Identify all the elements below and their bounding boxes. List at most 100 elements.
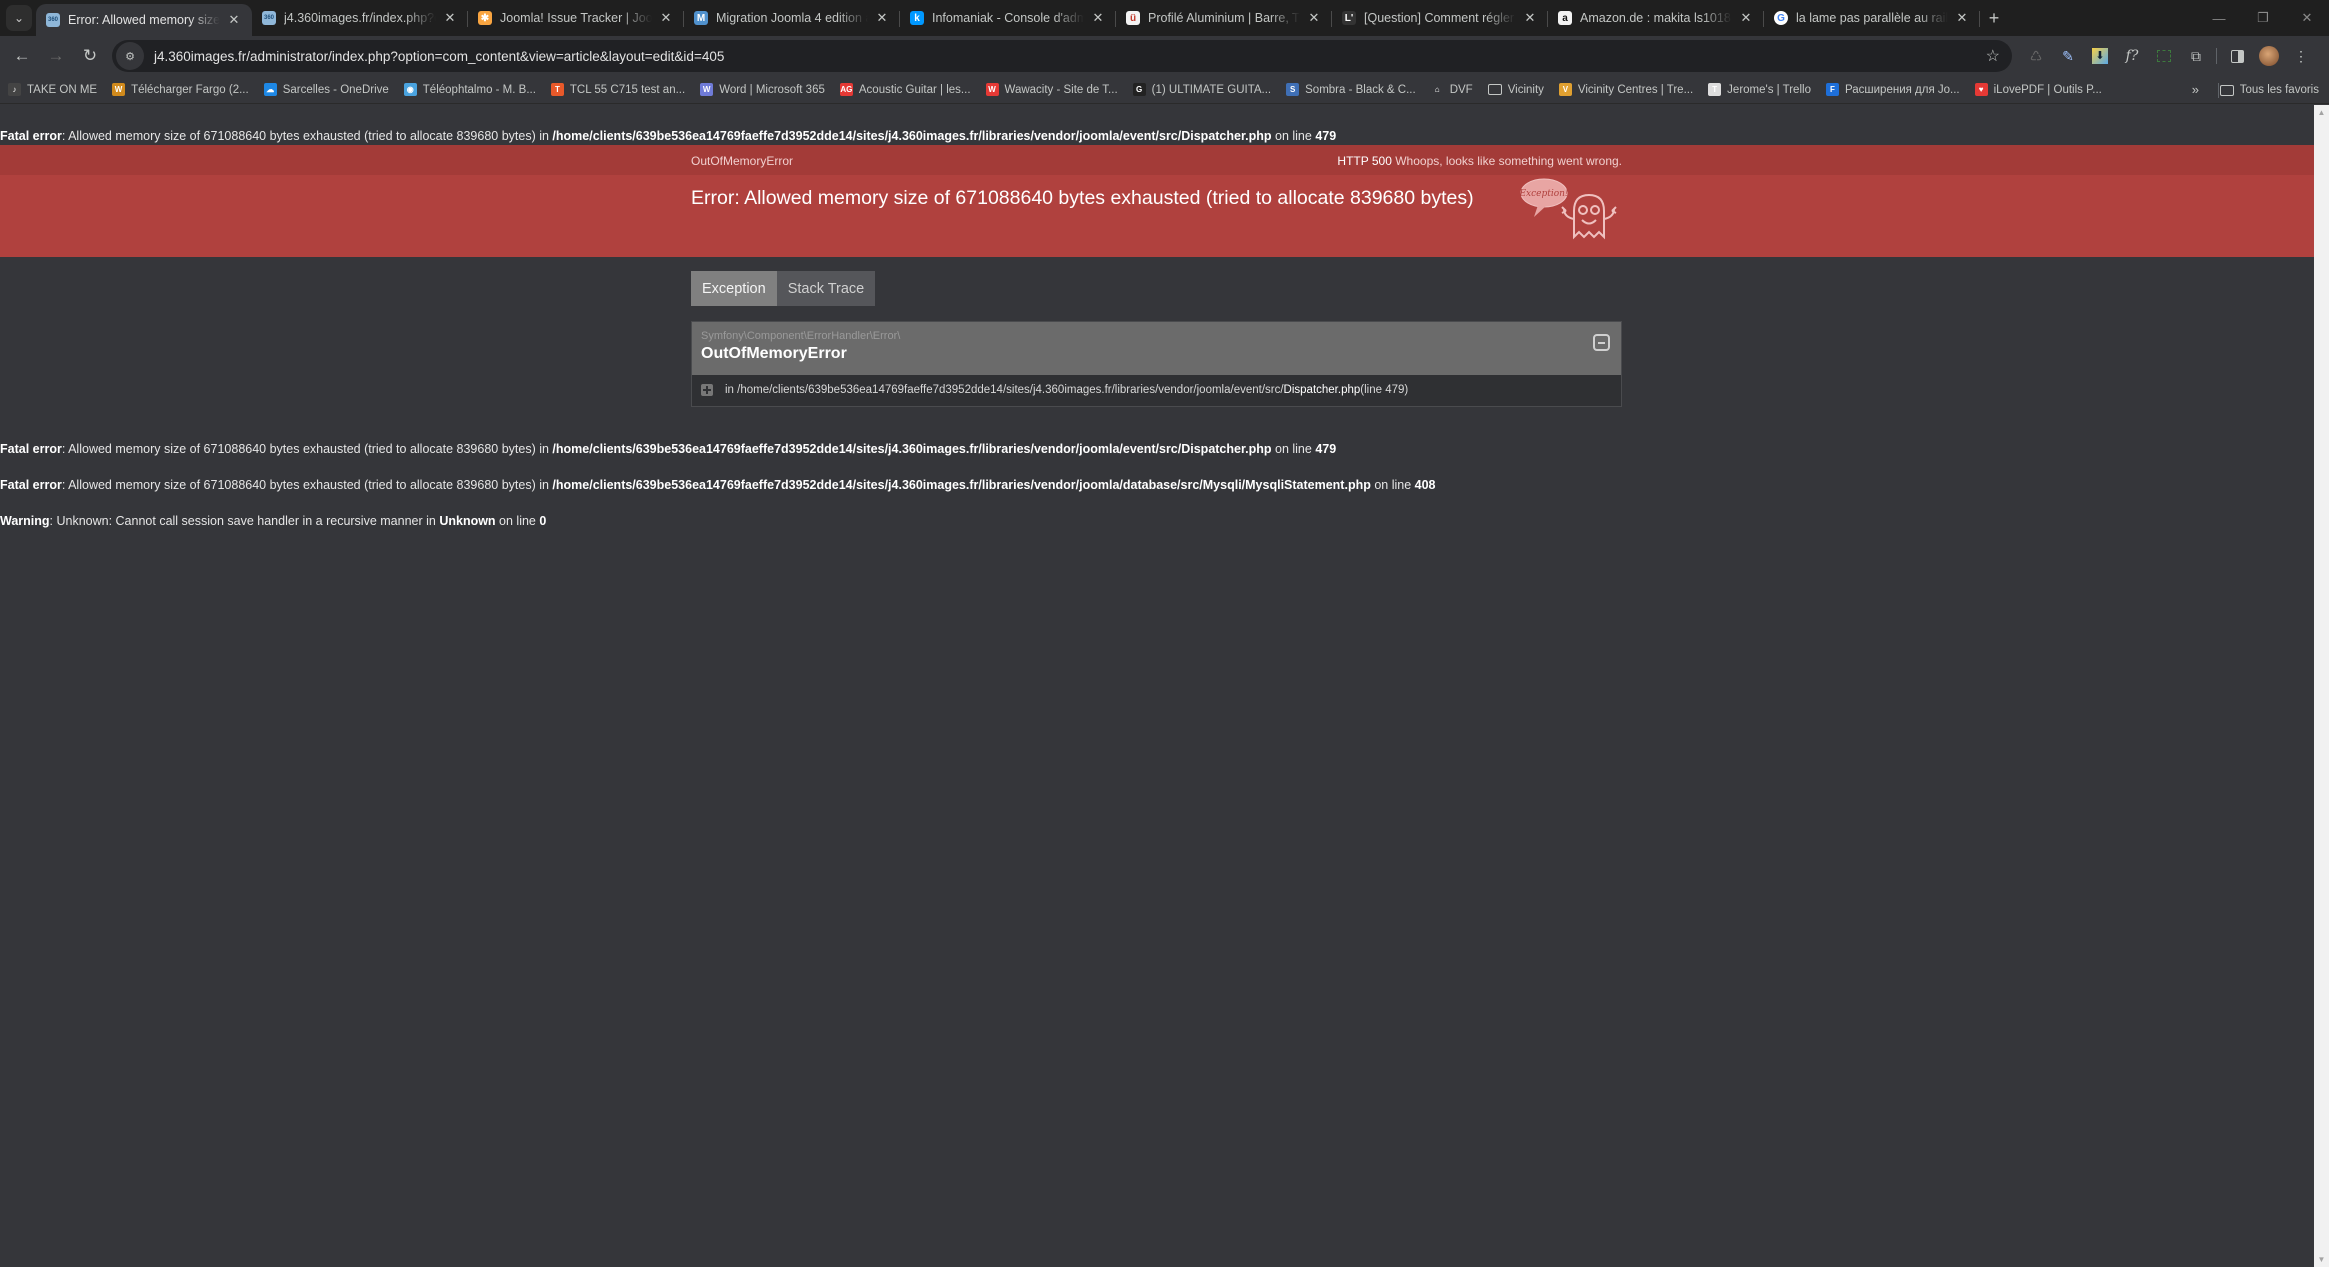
error-label: Fatal error [0,442,62,456]
bookmark-label: Sarcelles - OneDrive [282,83,389,96]
bookmark-item[interactable]: V Vicinity Centres | Tre... [1558,83,1693,96]
bookmarks-bar: ♪ TAKE ON ME W Télécharger Fargo (2... ☁ Sarc… [0,76,2329,104]
chevron-down-icon: ⌄ [13,11,25,25]
bookmark-item[interactable]: T TCL 55 C715 test an... [550,83,686,96]
close-icon[interactable]: ✕ [442,10,458,26]
browser-toolbar: ← → ↻ ⚙ j4.360images.fr/administrator/in… [0,36,2329,76]
forward-button[interactable]: → [40,40,72,72]
bookmark-item[interactable]: W Télécharger Fargo (2... [112,83,249,96]
bookmark-item[interactable]: W Word | Microsoft 365 [700,83,825,96]
php-fatal-error-line: Fatal error: Allowed memory size of 6710… [0,478,1436,492]
bookmark-label: Télécharger Fargo (2... [131,83,249,96]
tab-title: Migration Joomla 4 edition article [716,11,868,25]
new-tab-button[interactable]: + [1980,0,2008,36]
tab-index[interactable]: 360 j4.360images.fr/index.php?option ✕ [252,0,468,36]
close-icon[interactable]: ✕ [1738,10,1754,26]
error-file: /home/clients/639be536ea14769faeffe7d395… [552,478,1371,492]
bookmark-label: Téléophtalmo - M. B... [422,83,536,96]
bookmark-item[interactable]: ♪ TAKE ON ME [8,83,97,96]
bookmark-favicon-icon: F [1825,83,1839,96]
back-button[interactable]: ← [6,40,38,72]
screenshot-extension-icon[interactable] [2148,40,2180,72]
tab-infomaniak[interactable]: k Infomaniak - Console d'administration … [900,0,1116,36]
close-icon[interactable]: ✕ [226,12,242,28]
tab-joomla-tracker[interactable]: ✱ Joomla! Issue Tracker | Joomla! ✕ [468,0,684,36]
extensions-puzzle-icon[interactable]: ⧉ [2180,40,2212,72]
tab-question[interactable]: L' [Question] Comment régler l'équerre ✕ [1332,0,1548,36]
tab-search-button[interactable]: ⌄ [6,5,32,31]
close-icon[interactable]: ✕ [658,10,674,26]
bookmark-item[interactable]: Vicinity [1487,83,1544,96]
warning-label: Warning [0,514,50,528]
expand-icon[interactable] [701,384,713,396]
close-icon[interactable]: ✕ [1522,10,1538,26]
bookmark-label: Vicinity [1507,83,1544,96]
tab-exception[interactable]: Exception [691,271,777,306]
close-icon[interactable]: ✕ [1954,10,1970,26]
php-warning-line: Warning: Unknown: Cannot call session sa… [0,514,546,528]
bookmarks-overflow-button[interactable]: » [2192,82,2199,97]
minimize-button[interactable]: — [2197,0,2241,36]
download-extension-icon[interactable]: ⬇ [2084,40,2116,72]
tab-title: Profilé Aluminium | Barre, Tube [1148,11,1300,25]
tab-profile-aluminium[interactable]: ü Profilé Aluminium | Barre, Tube ✕ [1116,0,1332,36]
recycle-extension-icon[interactable]: ♺ [2020,40,2052,72]
side-panel-icon[interactable] [2221,40,2253,72]
folder-icon [2219,84,2234,96]
scroll-up-arrow-icon[interactable]: ▲ [2314,105,2329,120]
address-bar[interactable]: ⚙ j4.360images.fr/administrator/index.ph… [112,40,2012,72]
bookmark-item[interactable]: T Jerome's | Trello [1708,83,1811,96]
bookmark-item[interactable]: ♥ iLovePDF | Outils P... [1974,83,2102,96]
close-icon[interactable]: ✕ [1090,10,1106,26]
bookmark-item[interactable]: F Расширения для Jo... [1825,83,1960,96]
error-file: /home/clients/639be536ea14769faeffe7d395… [552,442,1272,456]
menu-button[interactable]: ⋮ [2285,40,2317,72]
warning-message: : Unknown: Cannot call session save hand… [49,514,440,528]
close-icon[interactable]: ✕ [1306,10,1322,26]
reload-button[interactable]: ↻ [74,40,106,72]
all-bookmarks-button[interactable]: Tous les favoris [2219,76,2319,104]
bookmark-label: Wawacity - Site de T... [1004,83,1118,96]
tab-google-search[interactable]: G la lame pas parallèle au rail de coupe… [1764,0,1980,36]
restore-button[interactable]: ❐ [2241,0,2285,36]
bookmark-item[interactable]: W Wawacity - Site de T... [985,83,1118,96]
tab-title: Amazon.de : makita ls1018ln [1580,11,1732,25]
bookmark-item[interactable]: G (1) ULTIMATE GUITA... [1132,83,1271,96]
bookmark-label: TAKE ON ME [27,83,98,96]
bookmark-item[interactable]: ⌂ DVF [1430,83,1473,96]
exception-ghost-icon: Exception! [1518,178,1617,240]
site-settings-icon[interactable]: ⚙ [116,42,144,70]
scroll-down-arrow-icon[interactable]: ▼ [2314,1252,2329,1267]
font-extension-icon[interactable]: f? [2116,40,2148,72]
bookmark-item[interactable]: ◉ Téléophtalmo - M. B... [403,83,536,96]
profile-avatar[interactable] [2253,40,2285,72]
amazon-icon: a [1558,11,1572,25]
bookmark-star-icon[interactable]: ☆ [1986,46,2000,66]
tab-amazon[interactable]: a Amazon.de : makita ls1018ln ✕ [1548,0,1764,36]
bookmark-favicon-icon: W [112,83,126,96]
tab-migration[interactable]: M Migration Joomla 4 edition article ✕ [684,0,900,36]
extensions-area: ♺ ✎ ⬇ f? ⧉ ⋮ [2020,40,2317,72]
bookmark-item[interactable]: S Sombra - Black & C... [1286,83,1416,96]
close-window-button[interactable]: ✕ [2285,0,2329,36]
bookmark-item[interactable]: AG Acoustic Guitar | les... [839,83,971,96]
arrow-left-icon: ← [13,46,31,65]
error-file: /home/clients/639be536ea14769faeffe7d395… [552,129,1272,143]
http-status: HTTP 500 Whoops, looks like something we… [1337,154,1622,168]
tab-error[interactable]: 360 Error: Allowed memory size of 671088… [36,4,252,36]
url-text[interactable]: j4.360images.fr/administrator/index.php?… [154,49,724,64]
vertical-scrollbar[interactable]: ▲ ▼ [2314,105,2329,1267]
ghost-text: Exception! [1518,189,1568,199]
folder-icon [1487,84,1502,95]
location-file: Dispatcher.php [1283,384,1361,396]
tab-stack-trace[interactable]: Stack Trace [776,271,876,306]
bookmark-label: TCL 55 C715 test an... [569,83,686,96]
arrow-right-icon: → [47,46,65,65]
bookmark-item[interactable]: ☁ Sarcelles - OneDrive [263,83,389,96]
eyedropper-extension-icon[interactable]: ✎ [2052,40,2084,72]
collapse-icon[interactable] [1593,334,1610,351]
exception-name: OutOfMemoryError [701,345,847,362]
http-text: Whoops, looks like something went wrong. [1391,154,1622,168]
close-icon[interactable]: ✕ [874,10,890,26]
bookmark-label: Sombra - Black & C... [1305,83,1416,96]
